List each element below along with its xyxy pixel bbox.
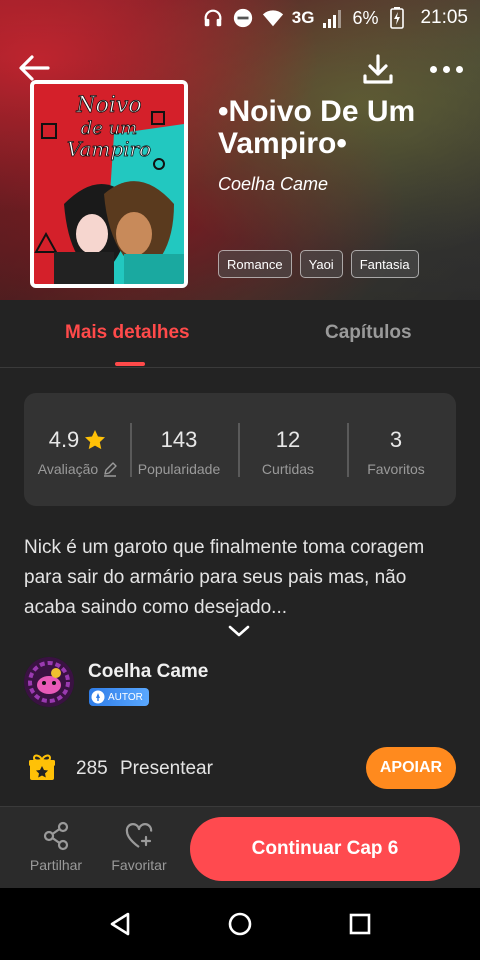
favorites-label: Favoritos [367,461,425,477]
dot-icon [442,65,450,73]
cover-title-line-2: de um [81,118,138,139]
wifi-icon [262,7,284,29]
rating-value: 4.9 [48,427,80,452]
battery-percent: 6% [352,7,379,28]
tag-yaoi[interactable]: Yaoi [299,250,343,278]
support-button[interactable]: APOIAR [366,747,456,789]
dot-icon [455,65,463,73]
cover-art: Noivo de um Vampiro [34,84,184,284]
rating-label: Avaliação [37,461,99,477]
share-label: Partilhar [29,857,83,873]
heart-plus-icon [125,823,153,848]
gift-button[interactable]: Presentear [120,758,213,780]
popularity-value: 143 [160,427,198,452]
stat-rating[interactable]: 4.9 Avaliação [24,427,132,477]
nav-home-button[interactable] [224,908,256,940]
stat-popularity: 143 Popularidade [125,427,233,477]
continue-reading-button[interactable]: Continuar Cap 6 [190,817,460,881]
dot-icon [429,65,437,73]
more-options-button[interactable] [424,52,468,86]
stats-card: 4.9 Avaliação 143 Popularidade 12 Curtid… [24,393,456,506]
pen-icon [91,690,105,704]
book-title: •Noivo De Um Vampiro• [218,95,416,160]
expand-description-button[interactable] [226,622,252,640]
popularity-label: Popularidade [137,461,221,477]
cover-title-line-1: Noivo [75,93,141,118]
signal-icon [322,7,344,29]
favorite-label: Favoritar [111,857,167,873]
author-badge-label: AUTOR [108,691,143,703]
tab-bar: Mais detalhes Capítulos [0,300,480,368]
stat-favorites: 3 Favoritos [342,427,450,477]
download-icon [363,54,393,84]
likes-label: Curtidas [261,461,315,477]
likes-value: 12 [275,427,301,452]
share-icon [43,821,69,851]
network-type: 3G [291,8,315,27]
author-badge: AUTOR [89,688,149,706]
nav-recents-button[interactable] [344,908,376,940]
book-author[interactable]: Coelha Came [218,174,328,195]
square-recents-icon [349,913,371,935]
do-not-disturb-icon [232,7,254,29]
gift-count: 285 [76,758,108,779]
author-avatar[interactable] [24,657,74,707]
chevron-down-icon [228,625,250,637]
triangle-back-icon [110,912,130,936]
nav-back-button[interactable] [104,908,136,940]
circle-home-icon [228,912,252,936]
author-name[interactable]: Coelha Came [88,661,208,683]
edit-icon[interactable] [102,461,118,477]
status-bar: 3G 6% 21:05 [0,0,480,36]
book-cover[interactable]: Noivo de um Vampiro [30,80,188,288]
download-button[interactable] [358,50,398,90]
tab-chapters[interactable]: Capítulos [325,322,412,344]
active-tab-indicator [115,362,145,366]
tag-romance[interactable]: Romance [218,250,292,278]
book-description: Nick é um garoto que finalmente toma cor… [24,537,425,618]
tab-details[interactable]: Mais detalhes [65,322,190,344]
clock: 21:05 [420,7,468,28]
cover-title-line-3: Vampiro [67,137,151,161]
headphones-icon [202,7,224,29]
share-button[interactable]: Partilhar [21,821,91,873]
favorites-value: 3 [389,427,403,452]
bottom-action-bar: Partilhar Favoritar Continuar Cap 6 [0,806,480,888]
battery-charging-icon [386,7,408,29]
star-icon [85,430,106,450]
system-nav-bar [0,888,480,960]
favorite-button[interactable]: Favoritar [104,821,174,873]
gift-icon [27,752,57,782]
tag-list: Romance Yaoi Fantasia [218,250,419,278]
tag-fantasia[interactable]: Fantasia [350,250,419,278]
stat-likes: 12 Curtidas [234,427,342,477]
